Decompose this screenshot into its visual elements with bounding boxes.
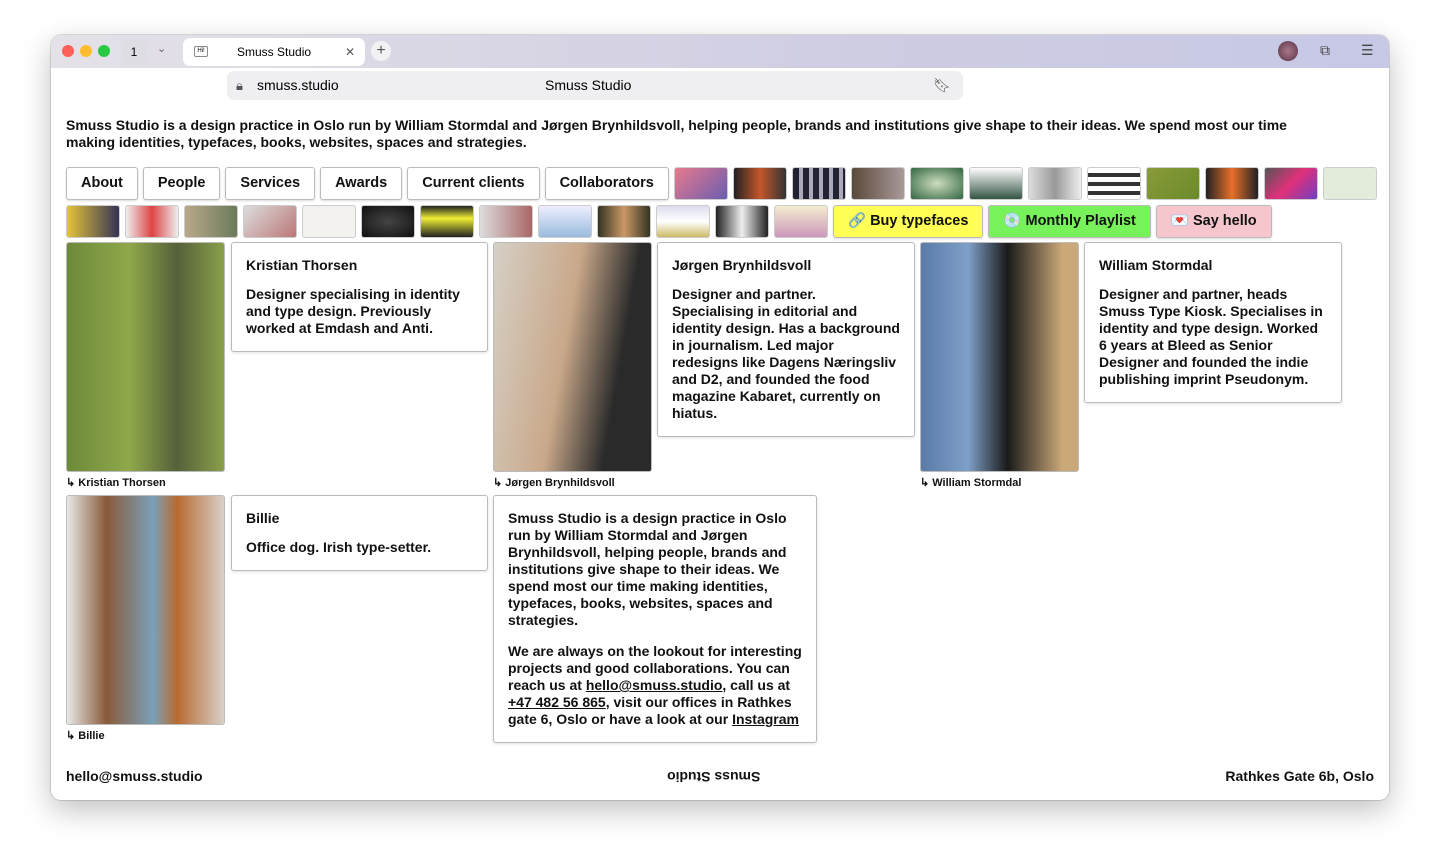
bookmarks-icon[interactable]: ⧉ [1320, 42, 1330, 59]
person-bio: Designer and partner. Specialising in ed… [672, 286, 900, 421]
project-thumbnail[interactable] [125, 205, 179, 238]
lock-icon: 🔒︎ [236, 78, 243, 93]
project-thumbnail[interactable] [1145, 167, 1200, 200]
project-thumbnail[interactable] [850, 167, 905, 200]
project-thumbnail[interactable] [479, 205, 533, 238]
caption: ↳ William Stormdal [920, 477, 1022, 489]
url-bar[interactable]: 🔒︎ smuss.studio Smuss Studio 🔖︎ [227, 71, 963, 100]
close-window-button[interactable] [62, 45, 74, 57]
tab-title: Smuss Studio [237, 45, 312, 59]
project-thumbnail[interactable] [420, 205, 474, 238]
caption: ↳ Kristian Thorsen [66, 477, 166, 489]
person-bio: Designer specialising in identity and ty… [246, 286, 460, 336]
contact-paragraph: We are always on the lookout for interes… [508, 643, 802, 728]
nav-people[interactable]: People [142, 167, 221, 200]
intro-text: Smuss Studio is a design practice in Osl… [66, 117, 1287, 150]
browser-tab[interactable]: Hi! Smuss Studio ✕ [183, 38, 365, 66]
buy-typefaces-button[interactable]: 🔗 Buy typefaces [833, 205, 984, 238]
footer-address: Rathkes Gate 6b, Oslo [1225, 768, 1374, 784]
photo-billie [66, 495, 225, 725]
person-bio: Designer and partner, heads Smuss Type K… [1099, 286, 1323, 387]
minimize-window-button[interactable] [80, 45, 92, 57]
nav-services[interactable]: Services [225, 167, 316, 200]
project-thumbnail[interactable] [1322, 167, 1377, 200]
person-name: Billie [246, 510, 280, 526]
project-thumbnail[interactable] [791, 167, 846, 200]
new-tab-button[interactable]: + [371, 41, 391, 61]
browser-window: 1 ⌄ Hi! Smuss Studio ✕ + ⧉ ☰ 🔒︎ smuss.st… [51, 35, 1389, 800]
footer-logo: Smuss Studio [667, 769, 761, 785]
project-thumbnail[interactable] [673, 167, 728, 200]
nav-collaborators[interactable]: Collaborators [544, 167, 669, 200]
project-thumbnail[interactable] [243, 205, 297, 238]
person-card: William Stormdal Designer and partner, h… [1084, 242, 1342, 403]
tab-count[interactable]: 1 [121, 40, 147, 64]
project-thumbnail[interactable] [1204, 167, 1259, 200]
project-thumbnail[interactable] [1027, 167, 1082, 200]
project-thumbnail[interactable] [302, 205, 356, 238]
chevron-down-icon[interactable]: ⌄ [157, 42, 166, 55]
photo-william-stormdal [920, 242, 1079, 472]
nav-about[interactable]: About [66, 167, 138, 200]
project-thumbnail[interactable] [1263, 167, 1318, 200]
project-thumbnail[interactable] [968, 167, 1023, 200]
project-thumbnail[interactable] [184, 205, 238, 238]
project-thumbnail[interactable] [361, 205, 415, 238]
about-paragraph: Smuss Studio is a design practice in Osl… [508, 510, 787, 628]
person-name: Kristian Thorsen [246, 257, 358, 273]
person-card: Jørgen Brynhildsvoll Designer and partne… [657, 242, 915, 437]
photo-jorgen-brynhildsvoll [493, 242, 652, 472]
text: , call us at [722, 677, 791, 693]
thumbnail-row: 🔗 Buy typefaces 💿 Monthly Playlist 💌 Say… [66, 205, 1272, 238]
footer-email[interactable]: hello@smuss.studio [66, 768, 203, 785]
project-thumbnail[interactable] [656, 205, 710, 238]
project-thumbnail[interactable] [774, 205, 828, 238]
caption: ↳ Billie [66, 730, 105, 742]
menu-icon[interactable]: ☰ [1361, 42, 1374, 59]
monthly-playlist-button[interactable]: 💿 Monthly Playlist [988, 205, 1151, 238]
favicon: Hi! [194, 46, 208, 57]
person-name: Jørgen Brynhildsvoll [672, 257, 812, 273]
caption: ↳ Jørgen Brynhildsvoll [493, 477, 615, 489]
project-thumbnail[interactable] [715, 205, 769, 238]
person-card: Kristian Thorsen Designer specialising i… [231, 242, 488, 352]
phone-link[interactable]: +47 482 56 865 [508, 694, 606, 710]
address-bar-row: 🔒︎ smuss.studio Smuss Studio 🔖︎ [51, 68, 1389, 103]
nav-row: About People Services Awards Current cli… [66, 167, 1377, 200]
say-hello-button[interactable]: 💌 Say hello [1155, 205, 1272, 238]
title-bar: 1 ⌄ Hi! Smuss Studio ✕ + ⧉ ☰ [51, 35, 1389, 68]
photo-kristian-thorsen [66, 242, 225, 472]
page-title: Smuss Studio [545, 77, 632, 93]
project-thumbnail[interactable] [1086, 167, 1141, 200]
nav-awards[interactable]: Awards [320, 167, 403, 200]
project-thumbnail[interactable] [538, 205, 592, 238]
email-link[interactable]: hello@smuss.studio [586, 677, 723, 693]
maximize-window-button[interactable] [98, 45, 110, 57]
profile-avatar[interactable] [1278, 41, 1298, 61]
person-name: William Stormdal [1099, 257, 1213, 273]
bookmark-icon[interactable]: 🔖︎ [933, 71, 951, 100]
project-thumbnail[interactable] [597, 205, 651, 238]
close-tab-icon[interactable]: ✕ [345, 38, 355, 66]
url-text: smuss.studio [257, 77, 339, 93]
project-thumbnail[interactable] [732, 167, 787, 200]
project-thumbnail[interactable] [66, 205, 120, 238]
instagram-link[interactable]: Instagram [732, 711, 799, 727]
about-card: Smuss Studio is a design practice in Osl… [493, 495, 817, 743]
page-content: Smuss Studio is a design practice in Osl… [51, 103, 1389, 800]
person-bio: Office dog. Irish type-setter. [246, 539, 432, 555]
person-card: Billie Office dog. Irish type-setter. [231, 495, 488, 571]
project-thumbnail[interactable] [909, 167, 964, 200]
nav-current-clients[interactable]: Current clients [407, 167, 540, 200]
